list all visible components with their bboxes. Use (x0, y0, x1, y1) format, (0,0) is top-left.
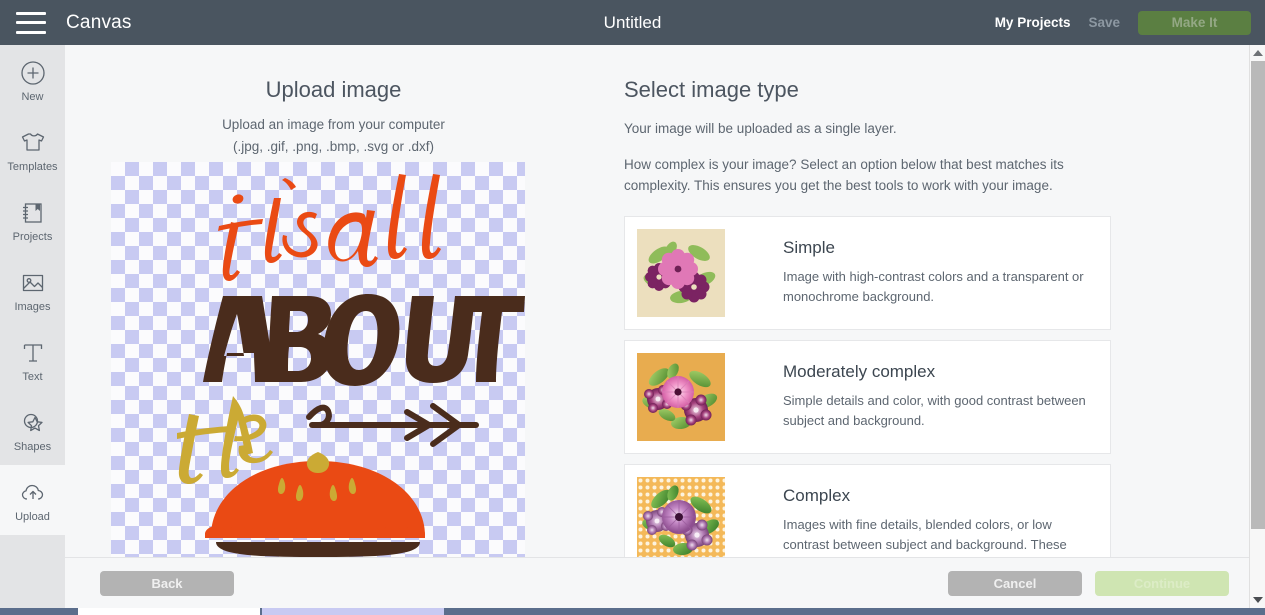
simple-thumbnail (637, 228, 725, 317)
upload-panel: Upload image Upload an image from your c… (65, 45, 602, 557)
chevron-up-icon[interactable] (1250, 45, 1265, 61)
top-bar: Canvas Untitled My Projects Save Make It (0, 0, 1265, 45)
option-card-moderately-complex[interactable]: Moderately complex Simple details and co… (624, 339, 1111, 454)
footer-bar: Back Cancel Continue (65, 557, 1265, 608)
save-button[interactable]: Save (1088, 15, 1120, 30)
my-projects-link[interactable]: My Projects (995, 15, 1071, 30)
left-sidebar: New Templates Projects Images Text Shape… (0, 45, 65, 615)
app-title: Canvas (66, 11, 132, 33)
sidebar-filler (0, 598, 65, 608)
image-type-note: Your image will be uploaded as a single … (624, 121, 897, 136)
hamburger-icon[interactable] (16, 11, 46, 34)
continue-button[interactable]: Continue (1095, 571, 1229, 596)
artwork-svg (177, 174, 525, 557)
image-type-options: Simple Image with high-contrast colors a… (624, 215, 1111, 557)
complex-thumbnail (637, 476, 725, 557)
make-it-button[interactable]: Make It (1138, 10, 1251, 35)
plus-circle-icon (18, 58, 48, 88)
sidebar-item-shapes[interactable]: Shapes (0, 395, 65, 465)
taskbar-strip (0, 608, 1265, 615)
main-content: Upload image Upload an image from your c… (65, 45, 1265, 557)
shapes-icon (18, 408, 48, 438)
back-button[interactable]: Back (100, 571, 234, 596)
upload-heading: Upload image (265, 77, 402, 102)
option-description: Simple details and color, with good cont… (783, 393, 1086, 429)
sidebar-item-label: Text (22, 370, 43, 383)
cancel-button[interactable]: Cancel (948, 571, 1082, 596)
sidebar-item-templates[interactable]: Templates (0, 115, 65, 185)
image-type-panel: Select image type Your image will be upl… (602, 45, 1265, 557)
sidebar-item-text[interactable]: Text (0, 325, 65, 395)
taskbar-tab-2[interactable] (262, 608, 444, 615)
option-title: Simple (783, 238, 835, 258)
upload-subtitle: Upload an image from your computer (222, 117, 445, 132)
notebook-icon (18, 198, 48, 228)
complex-card-body: Complex Images with fine details, blende… (783, 486, 1098, 555)
moderately-complex-thumbnail (637, 352, 725, 441)
upload-cloud-icon (18, 478, 48, 508)
option-title: Moderately complex (783, 362, 936, 382)
sidebar-item-label: Projects (12, 230, 53, 243)
option-description: Images with fine details, blended colors… (783, 517, 1067, 553)
sidebar-item-label: Templates (7, 160, 58, 173)
text-t-icon (18, 338, 48, 368)
chevron-down-icon[interactable] (1250, 592, 1265, 608)
sidebar-item-label: Upload (15, 510, 50, 523)
upload-formats: (.jpg, .gif, .png, .bmp, .svg or .dxf) (232, 139, 435, 154)
image-preview[interactable] (111, 162, 525, 557)
simple-card-body: Simple Image with high-contrast colors a… (783, 238, 1098, 307)
image-type-instruction: How complex is your image? Select an opt… (624, 157, 1064, 193)
image-type-heading: Select image type (624, 77, 799, 102)
top-bar-actions: My Projects Save Make It (995, 0, 1251, 45)
taskbar-tab-1[interactable] (78, 608, 260, 615)
sidebar-item-label: Images (14, 300, 51, 313)
option-card-complex[interactable]: Complex Images with fine details, blende… (624, 463, 1111, 557)
sidebar-item-label: Shapes (13, 440, 52, 453)
page-scrollbar[interactable] (1249, 45, 1265, 608)
sidebar-item-images[interactable]: Images (0, 255, 65, 325)
picture-icon (18, 268, 48, 298)
option-description: Image with high-contrast colors and a tr… (783, 269, 1084, 305)
option-card-simple[interactable]: Simple Image with high-contrast colors a… (624, 215, 1111, 330)
option-title: Complex (783, 486, 851, 506)
scrollbar-thumb[interactable] (1251, 61, 1265, 529)
sidebar-item-projects[interactable]: Projects (0, 185, 65, 255)
sidebar-item-label: New (21, 90, 44, 103)
sidebar-item-upload[interactable]: Upload (0, 465, 65, 535)
sidebar-item-new[interactable]: New (0, 45, 65, 115)
tshirt-icon (18, 128, 48, 158)
moderately-complex-card-body: Moderately complex Simple details and co… (783, 362, 1098, 431)
